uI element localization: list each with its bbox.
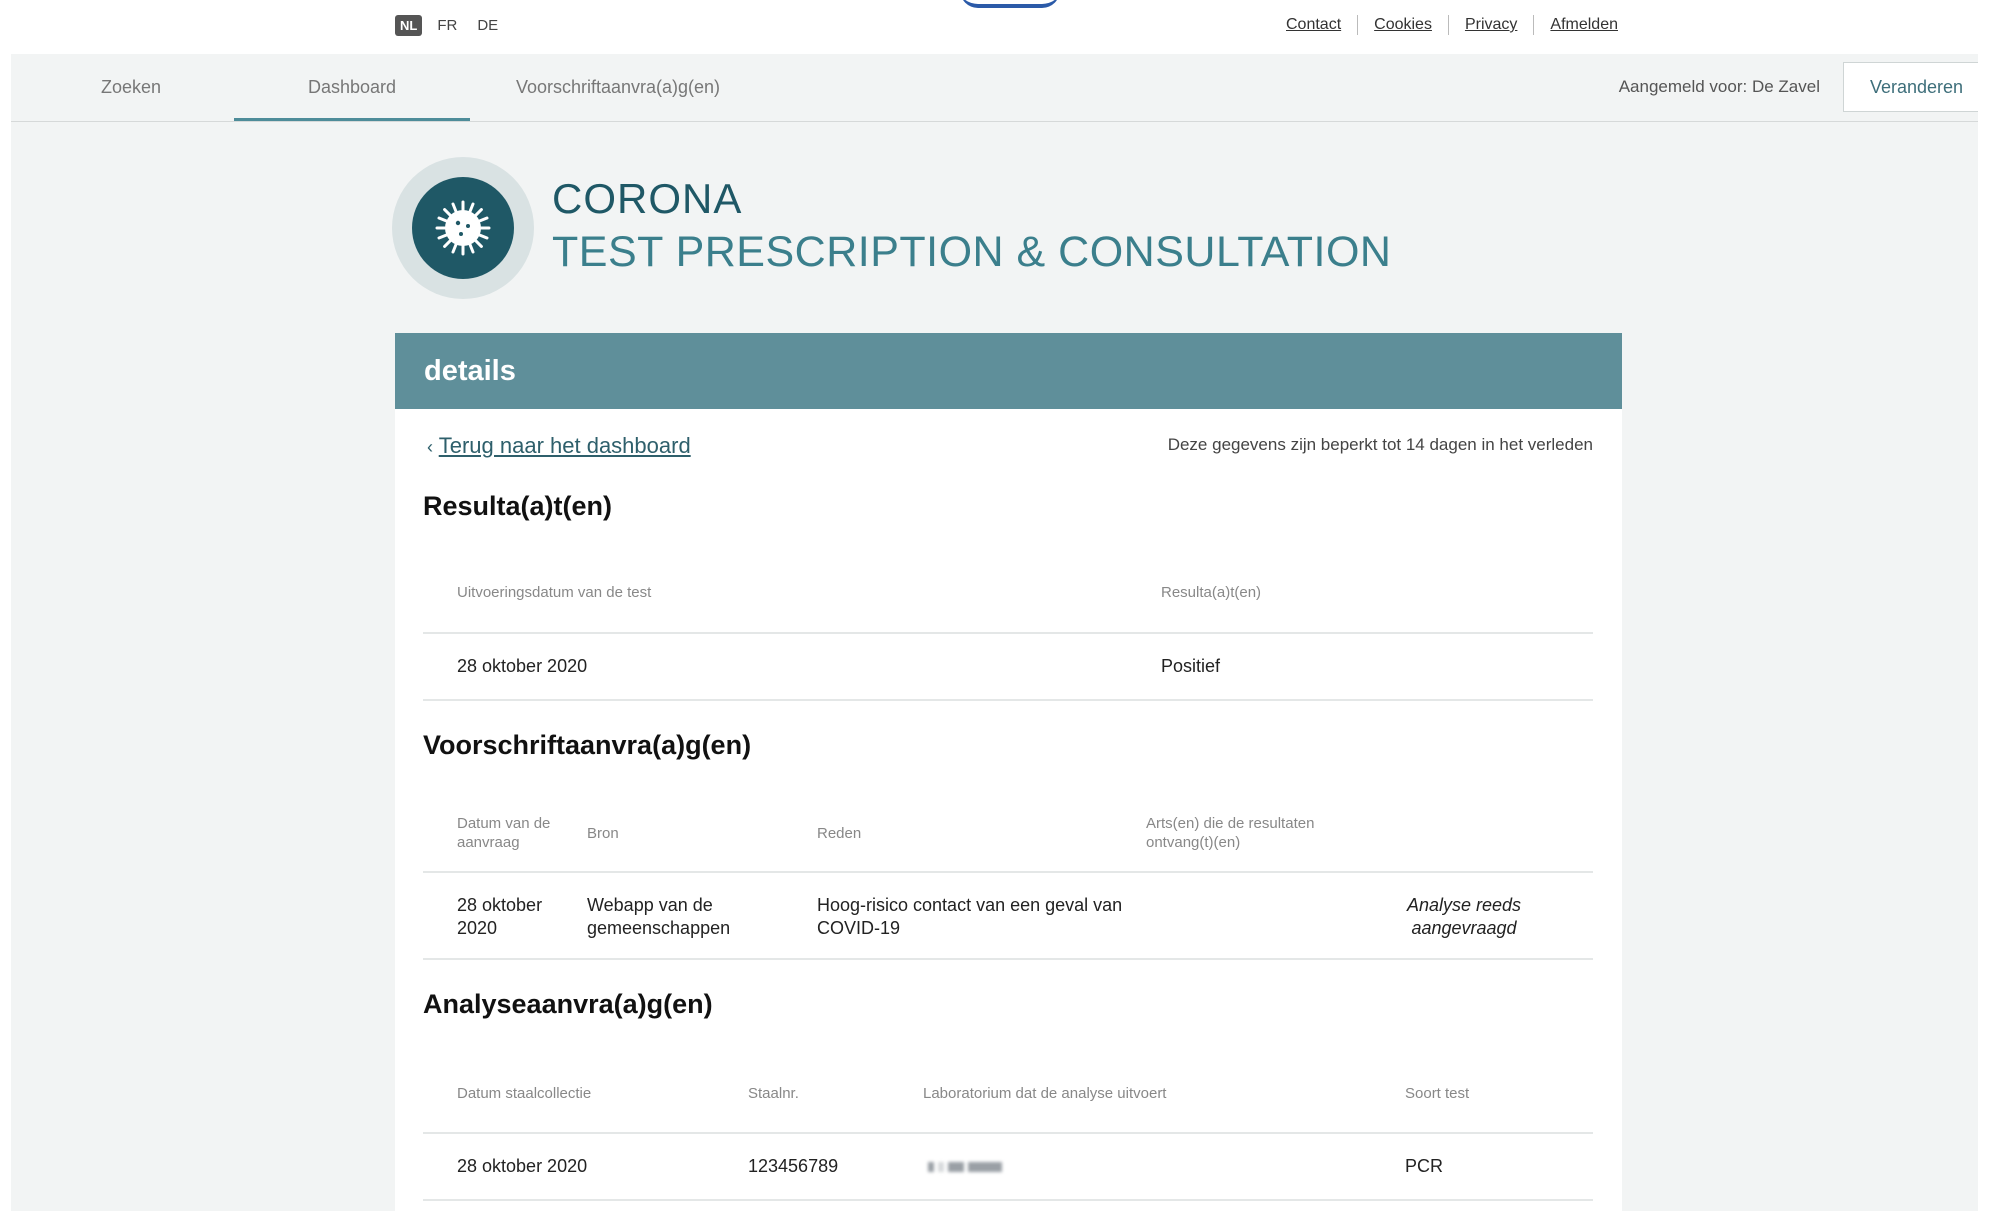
divider <box>423 632 1593 634</box>
analysis-col-lab: Laboratorium dat de analyse uitvoert <box>923 1085 1167 1102</box>
chevron-left-icon: ‹ <box>427 437 433 457</box>
divider <box>423 958 1593 960</box>
nav-item-dashboard[interactable]: Dashboard <box>234 54 470 121</box>
logo-fragment <box>960 0 1060 8</box>
logo <box>392 157 534 299</box>
analysis-col-date: Datum staalcollectie <box>457 1085 592 1102</box>
top-links: Contact Cookies Privacy Afmelden <box>1270 15 1634 35</box>
presc-status: Analyse reeds aangevraagd <box>1406 895 1522 938</box>
presc-source: Webapp van de gemeenschappen <box>587 895 731 938</box>
analyses-heading: Analyseaanvra(a)g(en) <box>423 989 713 1019</box>
edge-margin <box>1978 0 1990 1211</box>
privacy-link[interactable]: Privacy <box>1449 16 1533 34</box>
lab-name-redacted <box>928 1162 1002 1172</box>
results-col-result: Resulta(a)t(en) <box>1161 584 1262 601</box>
language-switcher: NL FR DE <box>395 14 503 37</box>
presc-col-reason: Reden <box>817 825 862 842</box>
results-date: 28 oktober 2020 <box>457 656 588 676</box>
analysis-col-sample: Staalnr. <box>748 1085 799 1102</box>
back-link-label[interactable]: Terug naar het dashboard <box>439 433 691 458</box>
nav-item-prescriptions[interactable]: Voorschriftaanvra(a)g(en) <box>488 54 748 120</box>
results-col-date: Uitvoeringsdatum van de test <box>457 584 652 601</box>
analysis-col-type: Soort test <box>1405 1085 1470 1102</box>
divider <box>423 1199 1593 1201</box>
contact-link[interactable]: Contact <box>1270 16 1357 34</box>
presc-col-doctor: Arts(en) die de resultaten ontvang(t)(en… <box>1146 815 1315 851</box>
analysis-sample: 123456789 <box>748 1156 839 1176</box>
page-title: CORONA <box>552 175 743 222</box>
card-title: details <box>395 333 1622 409</box>
divider <box>423 1132 1593 1134</box>
details-card: details ‹ Terug naar het dashboard Deze … <box>395 333 1622 1211</box>
cookies-link[interactable]: Cookies <box>1358 16 1448 34</box>
divider <box>423 871 1593 873</box>
presc-date: 28 oktober 2020 <box>457 895 543 938</box>
page-subtitle: TEST PRESCRIPTION & CONSULTATION <box>552 228 1392 276</box>
main-nav: Zoeken Dashboard Voorschriftaanvra(a)g(e… <box>11 54 1990 122</box>
divider <box>423 699 1593 701</box>
virus-icon <box>412 177 514 279</box>
back-link[interactable]: ‹ Terug naar het dashboard <box>427 433 691 459</box>
login-name: De Zavel <box>1751 77 1820 96</box>
presc-col-date: Datum van de aanvraag <box>457 815 551 851</box>
limit-note: Deze gegevens zijn beperkt tot 14 dagen … <box>1167 435 1593 454</box>
login-label: Aangemeld voor: <box>1618 77 1748 96</box>
presc-reason: Hoog-risico contact van een geval van CO… <box>817 895 1123 938</box>
lang-nl[interactable]: NL <box>395 15 423 36</box>
change-button[interactable]: Veranderen <box>1843 62 1990 112</box>
results-value: Positief <box>1161 656 1221 676</box>
nav-item-search[interactable]: Zoeken <box>61 54 201 120</box>
analysis-date: 28 oktober 2020 <box>457 1156 588 1176</box>
logged-in-info: Aangemeld voor: De Zavel <box>1619 54 1820 120</box>
lang-de[interactable]: DE <box>472 14 503 37</box>
prescriptions-heading: Voorschriftaanvra(a)g(en) <box>423 730 752 760</box>
lang-fr[interactable]: FR <box>432 14 462 37</box>
results-heading: Resulta(a)t(en) <box>423 491 613 521</box>
logout-link[interactable]: Afmelden <box>1534 16 1634 34</box>
presc-col-source: Bron <box>587 825 619 842</box>
analysis-type: PCR <box>1405 1156 1444 1176</box>
